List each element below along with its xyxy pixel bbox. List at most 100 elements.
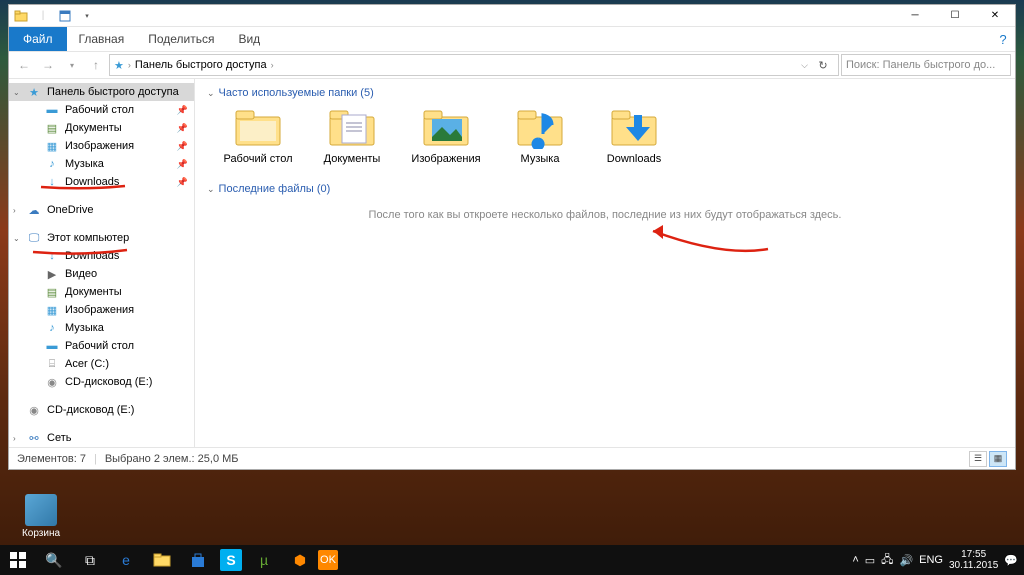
folder-item-music[interactable]: Музыка [503, 105, 577, 165]
search-input[interactable]: Поиск: Панель быстрого до... [841, 54, 1011, 76]
tray-network-icon[interactable]: 🖧 [881, 551, 893, 570]
expand-icon[interactable]: ⌄ [13, 88, 20, 97]
maximize-button[interactable]: ☐ [935, 5, 975, 27]
star-icon: ★ [27, 85, 41, 99]
download-folder-icon [606, 105, 662, 149]
chevron-right-icon: › [128, 60, 131, 70]
ribbon-tab-share[interactable]: Поделиться [136, 27, 226, 51]
nav-item-drive-c[interactable]: ⌸Acer (C:) [9, 355, 194, 373]
nav-item-downloads[interactable]: ↓Downloads📌 [9, 173, 194, 191]
nav-item-pictures-pc[interactable]: ▦Изображения [9, 301, 194, 319]
tray-notifications-icon[interactable]: 💬 [1004, 554, 1018, 567]
ribbon-tab-view[interactable]: Вид [226, 27, 272, 51]
close-button[interactable]: ✕ [975, 5, 1015, 27]
address-bar: ← → ▾ ↑ ★ › Панель быстрого доступа › ⌵ … [9, 51, 1015, 79]
folder-item-desktop[interactable]: Рабочий стол [221, 105, 295, 165]
recycle-bin[interactable]: Корзина [16, 494, 66, 539]
taskbar-search-icon[interactable]: 🔍 [36, 545, 72, 575]
navigation-pane[interactable]: ⌄ ★ Панель быстрого доступа ▬Рабочий сто… [9, 79, 195, 447]
pic-folder-icon [418, 105, 474, 149]
folder-item-documents[interactable]: Документы [315, 105, 389, 165]
music-icon: ♪ [45, 157, 59, 171]
nav-forward-button[interactable]: → [37, 54, 59, 76]
taskbar-edge-icon[interactable]: e [108, 545, 144, 575]
star-icon: ★ [114, 59, 124, 72]
qat-dropdown-icon[interactable]: ▾ [79, 8, 95, 24]
nav-this-pc[interactable]: ⌄🖵Этот компьютер [9, 229, 194, 247]
tray-time: 17:55 [949, 549, 998, 560]
content-pane[interactable]: ⌄ Часто используемые папки (5) Рабочий с… [195, 79, 1015, 447]
doc-folder-icon [324, 105, 380, 149]
view-large-icons-button[interactable]: ▦ [989, 451, 1007, 467]
recycle-bin-label: Корзина [16, 528, 66, 539]
address-dropdown-icon[interactable]: ⌵ [801, 60, 808, 71]
nav-label: Музыка [65, 158, 104, 170]
nav-item-music-pc[interactable]: ♪Музыка [9, 319, 194, 337]
group-frequent-folders[interactable]: ⌄ Часто используемые папки (5) [207, 87, 1003, 99]
expand-icon[interactable]: › [13, 434, 16, 443]
ribbon-help-button[interactable]: ? [991, 27, 1015, 51]
nav-item-desktop[interactable]: ▬Рабочий стол📌 [9, 101, 194, 119]
folder-label: Документы [324, 153, 381, 165]
pin-icon: 📌 [177, 123, 188, 134]
status-bar: Элементов: 7 | Выбрано 2 элем.: 25,0 МБ … [9, 447, 1015, 469]
qat-divider: | [35, 8, 51, 24]
qat-properties-icon[interactable] [57, 8, 73, 24]
tray-volume-icon[interactable]: 🔊 [899, 554, 913, 567]
nav-item-videos[interactable]: ▶Видео [9, 265, 194, 283]
folder-item-downloads[interactable]: Downloads [597, 105, 671, 165]
nav-label: Сеть [47, 432, 71, 444]
nav-up-button[interactable]: ↑ [85, 54, 107, 76]
nav-item-desktop-pc[interactable]: ▬Рабочий стол [9, 337, 194, 355]
expand-icon[interactable]: › [13, 206, 16, 215]
chevron-down-icon: ⌄ [207, 88, 215, 99]
ribbon-file-tab[interactable]: Файл [9, 27, 67, 51]
nav-cd-detached[interactable]: ◉CD-дисковод (E:) [9, 401, 194, 419]
nav-onedrive[interactable]: ›☁OneDrive [9, 201, 194, 219]
tray-lang[interactable]: ENG [919, 554, 943, 566]
tray-chevron-up-icon[interactable]: ˄ [852, 554, 858, 566]
music-icon: ♪ [45, 321, 59, 335]
expand-icon[interactable]: ⌄ [13, 234, 20, 243]
nav-item-downloads-pc[interactable]: ↓Downloads [9, 247, 194, 265]
annotation-arrow [633, 219, 773, 259]
folder-label: Изображения [411, 153, 480, 165]
nav-label: Acer (C:) [65, 358, 109, 370]
nav-item-documents-pc[interactable]: ▤Документы [9, 283, 194, 301]
folder-item-pictures[interactable]: Изображения [409, 105, 483, 165]
nav-item-music[interactable]: ♪Музыка📌 [9, 155, 194, 173]
nav-recent-dropdown[interactable]: ▾ [61, 54, 83, 76]
nav-network[interactable]: ›⚯Сеть [9, 429, 194, 447]
ribbon-tab-home[interactable]: Главная [67, 27, 137, 51]
group-recent-files[interactable]: ⌄ Последние файлы (0) [207, 183, 1003, 195]
tray-date: 30.11.2015 [949, 560, 998, 571]
tray-clock[interactable]: 17:55 30.11.2015 [949, 549, 998, 571]
taskbar-ok-icon[interactable]: OK [318, 550, 338, 570]
tray-battery-icon[interactable]: ▭ [865, 554, 875, 567]
picture-icon: ▦ [45, 139, 59, 153]
nav-item-documents[interactable]: ▤Документы📌 [9, 119, 194, 137]
taskbar-skype-icon[interactable]: S [220, 549, 242, 571]
taskbar-app-icon[interactable]: ⬢ [282, 545, 318, 575]
pin-icon: 📌 [177, 177, 188, 188]
view-details-button[interactable]: ☰ [969, 451, 987, 467]
nav-label: Этот компьютер [47, 232, 129, 244]
download-icon: ↓ [45, 249, 59, 263]
taskbar-store-icon[interactable] [180, 545, 216, 575]
start-button[interactable] [0, 545, 36, 575]
chevron-down-icon: ⌄ [207, 184, 215, 195]
refresh-button[interactable]: ↻ [812, 59, 834, 72]
desktop-icon: ▬ [45, 339, 59, 353]
nav-item-pictures[interactable]: ▦Изображения📌 [9, 137, 194, 155]
minimize-button[interactable]: ─ [895, 5, 935, 27]
desktop-icon: ▬ [45, 103, 59, 117]
music-folder-icon [512, 105, 568, 149]
breadcrumb[interactable]: ★ › Панель быстрого доступа › ⌵ ↻ [109, 54, 839, 76]
taskbar-explorer-icon[interactable] [144, 545, 180, 575]
nav-item-cd-e[interactable]: ◉CD-дисковод (E:) [9, 373, 194, 391]
task-view-button[interactable]: ⧉ [72, 545, 108, 575]
nav-back-button[interactable]: ← [13, 54, 35, 76]
pin-icon: 📌 [177, 105, 188, 116]
taskbar-utorrent-icon[interactable]: µ [246, 545, 282, 575]
nav-quick-access[interactable]: ⌄ ★ Панель быстрого доступа [9, 83, 194, 101]
